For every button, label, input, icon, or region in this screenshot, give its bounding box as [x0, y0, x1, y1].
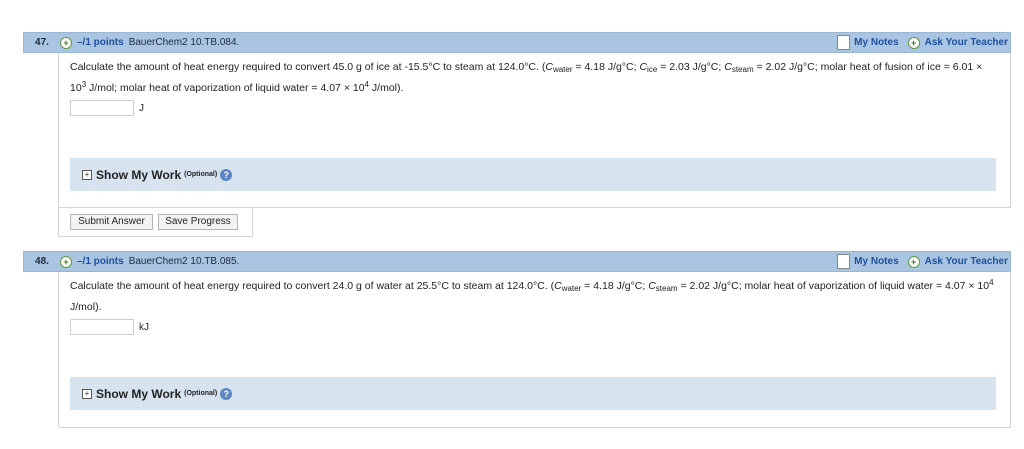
expand-work-icon[interactable]: + — [82, 388, 92, 399]
question-body: Calculate the amount of heat energy requ… — [58, 272, 1011, 428]
question-number: 47. — [35, 37, 49, 48]
expand-plus-icon[interactable]: + — [60, 255, 72, 268]
my-notes-link[interactable]: My Notes — [854, 37, 898, 48]
answer-unit: kJ — [139, 321, 149, 333]
header-actions: My Notes + Ask Your Teacher — [837, 33, 1008, 52]
points-link[interactable]: –/1 points — [77, 256, 124, 267]
question-id: BauerChem2 10.TB.084. — [128, 37, 240, 48]
ask-teacher-plus-icon[interactable]: + — [907, 255, 920, 268]
show-my-work-label[interactable]: Show My Work — [96, 387, 181, 401]
show-my-work-panel[interactable]: + Show My Work (Optional) ? — [70, 377, 996, 410]
answer-input[interactable] — [70, 100, 134, 116]
question-id: BauerChem2 10.TB.085. — [128, 256, 240, 267]
expand-plus-icon[interactable]: + — [60, 36, 72, 49]
save-progress-button[interactable]: Save Progress — [158, 214, 238, 230]
help-icon[interactable]: ? — [220, 168, 233, 181]
optional-label: (Optional) — [184, 171, 218, 178]
answer-input[interactable] — [70, 319, 134, 335]
header-actions: My Notes + Ask Your Teacher — [837, 252, 1008, 271]
my-notes-link[interactable]: My Notes — [854, 256, 898, 267]
ask-teacher-link[interactable]: Ask Your Teacher — [925, 37, 1008, 48]
notes-icon[interactable] — [837, 254, 851, 269]
question-text: Calculate the amount of heat energy requ… — [70, 61, 983, 94]
question-header: 48. + –/1 points BauerChem2 10.TB.085. M… — [23, 251, 1011, 272]
answer-unit: J — [139, 102, 144, 114]
answer-row: kJ — [70, 318, 1010, 336]
show-my-work-panel[interactable]: + Show My Work (Optional) ? — [70, 158, 996, 191]
ask-teacher-link[interactable]: Ask Your Teacher — [925, 256, 1008, 267]
question-body: Calculate the amount of heat energy requ… — [58, 53, 1011, 208]
notes-icon[interactable] — [837, 35, 851, 50]
submit-answer-button[interactable]: Submit Answer — [70, 214, 153, 230]
question-text: Calculate the amount of heat energy requ… — [70, 278, 994, 314]
answer-actions: Submit Answer Save Progress — [58, 208, 253, 237]
question-48: 48. + –/1 points BauerChem2 10.TB.085. M… — [23, 251, 1011, 428]
question-47: 47. + –/1 points BauerChem2 10.TB.084. M… — [23, 32, 1011, 208]
optional-label: (Optional) — [184, 390, 218, 397]
points-link[interactable]: –/1 points — [77, 37, 124, 48]
help-icon[interactable]: ? — [220, 387, 233, 400]
answer-row: J — [70, 99, 1010, 117]
question-header: 47. + –/1 points BauerChem2 10.TB.084. M… — [23, 32, 1011, 53]
question-number: 48. — [35, 256, 49, 267]
expand-work-icon[interactable]: + — [82, 169, 92, 180]
show-my-work-label[interactable]: Show My Work — [96, 168, 181, 182]
ask-teacher-plus-icon[interactable]: + — [907, 36, 920, 49]
